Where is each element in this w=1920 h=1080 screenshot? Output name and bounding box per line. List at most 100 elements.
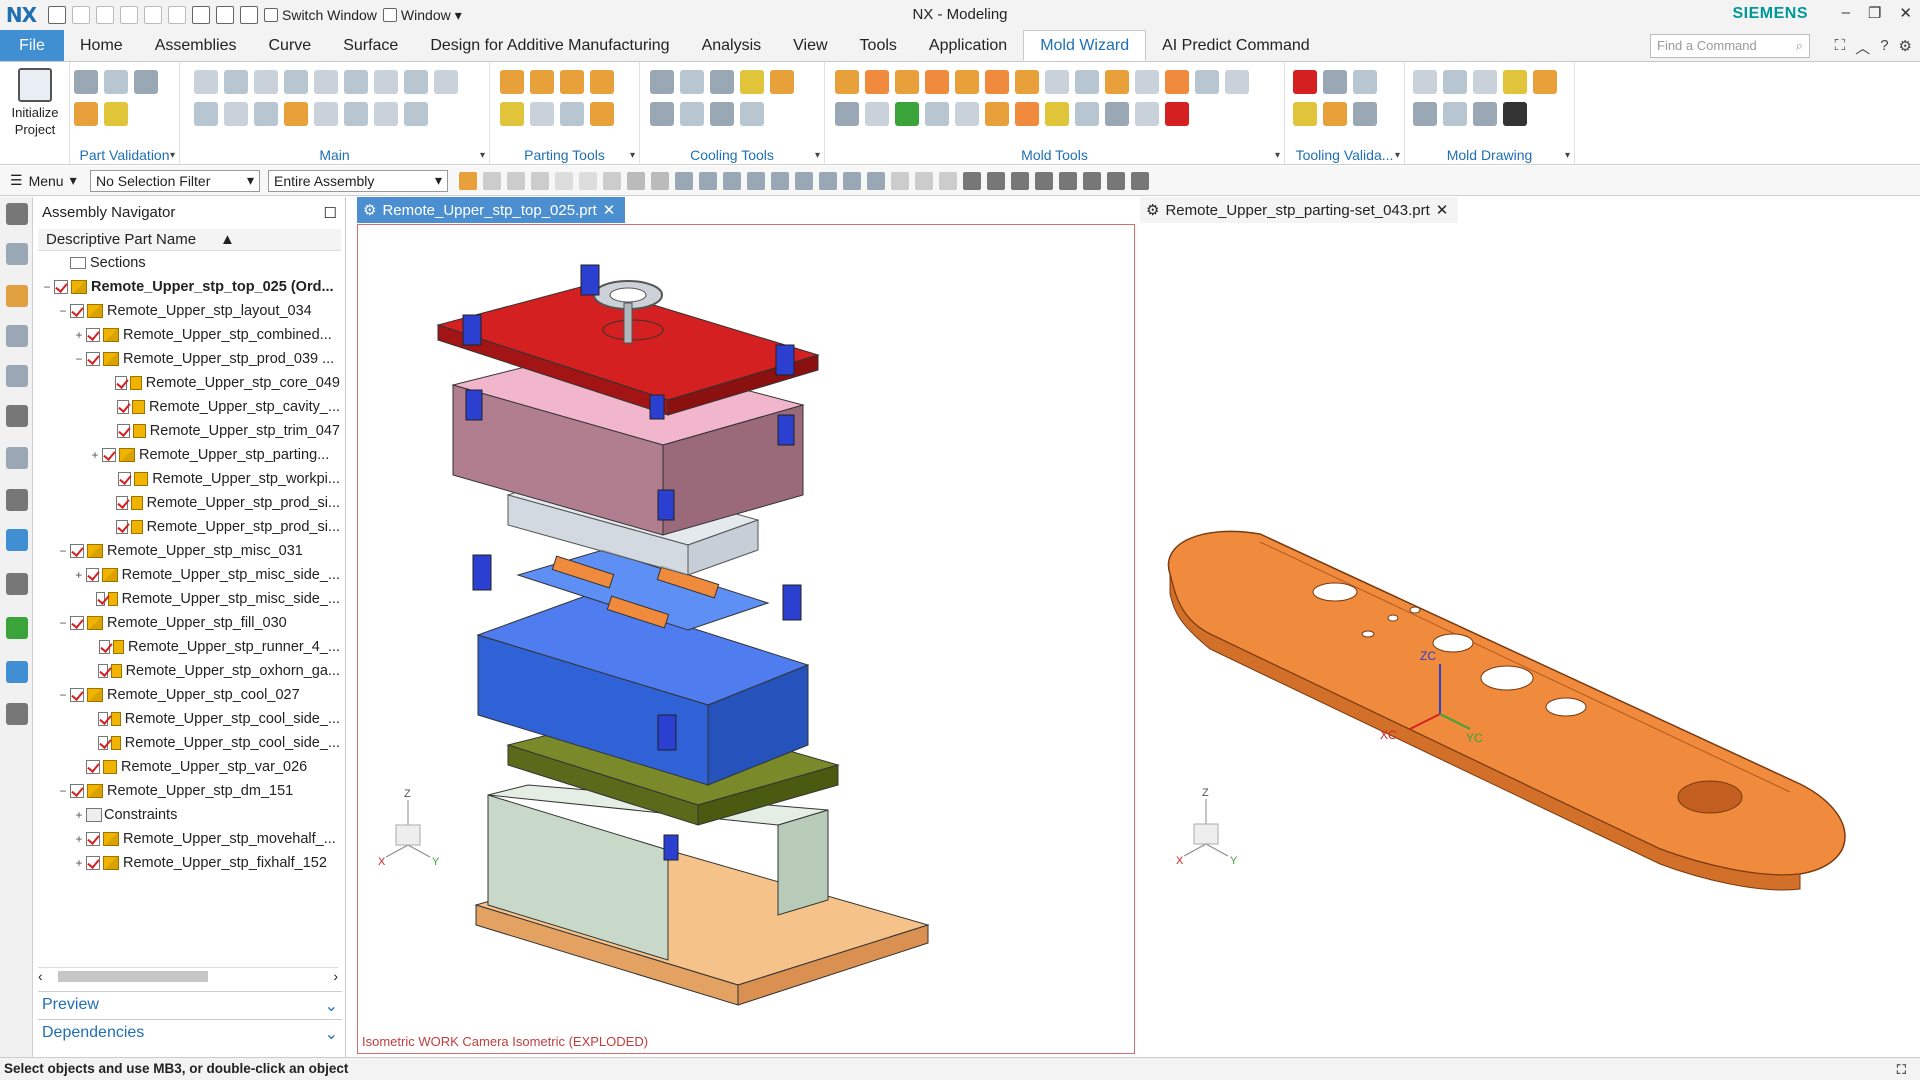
system-materials-icon[interactable]: [6, 617, 28, 639]
divide-face-icon[interactable]: [865, 102, 889, 126]
maximize-panel-icon[interactable]: ☐: [324, 204, 337, 222]
settings-icon[interactable]: [6, 203, 28, 225]
tab-mold-wizard[interactable]: Mold Wizard: [1023, 30, 1147, 61]
visibility-checkbox[interactable]: [70, 616, 84, 630]
view-manager-icon[interactable]: [6, 405, 28, 427]
tree-row[interactable]: Remote_Upper_stp_workpi...: [34, 467, 340, 491]
parting-navigator-icon[interactable]: [530, 102, 554, 126]
draft-body-icon[interactable]: [985, 102, 1009, 126]
reuse-library-icon[interactable]: [6, 365, 28, 387]
expand-icon[interactable]: +: [72, 328, 86, 342]
tree-constraints-node[interactable]: + Constraints: [34, 803, 340, 827]
tree-folder-sections[interactable]: Sections: [34, 251, 340, 275]
cooling-table-icon[interactable]: [1413, 102, 1437, 126]
collapse-ribbon-icon[interactable]: ︿: [1855, 37, 1870, 58]
baffle-icon[interactable]: [650, 102, 674, 126]
restore-icon[interactable]: ❐: [1868, 4, 1881, 22]
selection-mode-icon[interactable]: [459, 171, 477, 190]
snap-pole-icon[interactable]: [939, 171, 957, 190]
paste-icon[interactable]: [168, 6, 186, 24]
enlarge-surface-icon[interactable]: [835, 102, 859, 126]
visibility-checkbox[interactable]: [70, 688, 84, 702]
visibility-checkbox[interactable]: [86, 328, 100, 342]
visibility-checkbox[interactable]: [54, 280, 68, 294]
select-components-icon[interactable]: [555, 171, 573, 190]
initialize-project-button[interactable]: Initialize Project: [6, 66, 64, 138]
ejector-pin-icon[interactable]: [314, 70, 338, 94]
fit-view-icon[interactable]: [987, 171, 1005, 190]
ejector-table-icon[interactable]: [1503, 70, 1527, 94]
full-screen-icon[interactable]: ⛶: [1835, 37, 1846, 58]
full-screen-toggle-icon[interactable]: ⛶: [1897, 1062, 1906, 1078]
snap-intersection-icon[interactable]: [771, 171, 789, 190]
history-icon[interactable]: [6, 573, 28, 595]
snap-existing-point-icon[interactable]: [843, 171, 861, 190]
tree-row[interactable]: − Remote_Upper_stp_misc_031: [34, 539, 340, 563]
settings-icon[interactable]: ⚙: [1899, 37, 1912, 58]
delete-files-icon[interactable]: [374, 102, 398, 126]
selection-scope-select[interactable]: Entire Assembly ▾: [268, 169, 448, 192]
tree-row[interactable]: Remote_Upper_stp_trim_047: [34, 419, 340, 443]
pocket-icon[interactable]: [434, 70, 458, 94]
tooling-validation-icon[interactable]: [1293, 70, 1317, 94]
collapse-icon[interactable]: −: [56, 688, 70, 702]
chevron-down-icon[interactable]: ▾: [1395, 150, 1400, 161]
minimize-icon[interactable]: –: [1842, 4, 1850, 22]
plug-icon[interactable]: [680, 102, 704, 126]
assembly-drawing-icon[interactable]: [1413, 70, 1437, 94]
show-hide-icon[interactable]: [1107, 171, 1125, 190]
window-menu[interactable]: Window ▾: [382, 7, 462, 24]
tab-file[interactable]: File: [0, 30, 64, 61]
extend-sheet-icon[interactable]: [1015, 70, 1039, 94]
bom-icon[interactable]: [314, 102, 338, 126]
visibility-checkbox[interactable]: [70, 544, 84, 558]
tree-row[interactable]: Remote_Upper_stp_core_049: [34, 371, 340, 395]
sheet-patch-icon[interactable]: [925, 70, 949, 94]
shrink-icon[interactable]: [1075, 102, 1099, 126]
tree-row[interactable]: − Remote_Upper_stp_prod_039 ...: [34, 347, 340, 371]
parting-line-icon[interactable]: [530, 70, 554, 94]
rotate-icon[interactable]: [1035, 171, 1053, 190]
snap-quadrant-icon[interactable]: [819, 171, 837, 190]
trim-region-icon[interactable]: [1045, 70, 1069, 94]
interference-check-icon[interactable]: [1353, 70, 1377, 94]
find-command-input[interactable]: Find a Command ⌕: [1650, 34, 1810, 58]
constraint-navigator-icon[interactable]: [6, 285, 28, 307]
collapse-icon[interactable]: −: [56, 616, 70, 630]
visibility-checkbox[interactable]: [96, 592, 106, 606]
visibility-checkbox[interactable]: [115, 496, 128, 510]
visibility-checkbox[interactable]: [117, 472, 132, 486]
hd3d-tools-icon[interactable]: [6, 447, 28, 469]
pan-icon[interactable]: [1059, 171, 1077, 190]
mold-check-icon[interactable]: [1165, 102, 1189, 126]
backup-parting-icon[interactable]: [590, 102, 614, 126]
tree-row[interactable]: Remote_Upper_stp_prod_si...: [34, 515, 340, 539]
snap-on-face-icon[interactable]: [891, 171, 909, 190]
layer-icon[interactable]: [1473, 102, 1497, 126]
collapse-icon[interactable]: −: [56, 304, 70, 318]
collapse-icon[interactable]: −: [40, 280, 54, 294]
modify-sheet-icon[interactable]: [985, 70, 1009, 94]
column-header[interactable]: Descriptive Part Name ▲: [38, 229, 341, 251]
save-icon[interactable]: [48, 6, 66, 24]
tree-row[interactable]: Remote_Upper_stp_misc_side_...: [34, 587, 340, 611]
graphics-window-parting-set[interactable]: ZC XC YC Z X Y: [1140, 224, 1920, 1054]
mold-tools-more-icon[interactable]: [1225, 70, 1249, 94]
tab-view[interactable]: View: [777, 30, 843, 61]
reference-blend-icon[interactable]: [1075, 70, 1099, 94]
tab-design-additive[interactable]: Design for Additive Manufacturing: [414, 30, 685, 61]
visibility-checkbox[interactable]: [97, 664, 109, 678]
replace-solid-icon[interactable]: [1165, 70, 1189, 94]
channel-layout-icon[interactable]: [770, 70, 794, 94]
visibility-checkbox[interactable]: [86, 832, 100, 846]
visibility-checkbox[interactable]: [116, 424, 130, 438]
visibility-checkbox[interactable]: [98, 640, 110, 654]
tab-ai-predict-command[interactable]: AI Predict Command: [1146, 30, 1326, 61]
tree-row[interactable]: Remote_Upper_stp_oxhorn_ga...: [34, 659, 340, 683]
edge-patch-icon[interactable]: [955, 70, 979, 94]
tab-tools[interactable]: Tools: [844, 30, 913, 61]
patch-surface-icon[interactable]: [590, 70, 614, 94]
check-regions-icon[interactable]: [134, 70, 158, 94]
part-navigator-icon[interactable]: [6, 325, 28, 347]
work-layer-icon[interactable]: [1131, 171, 1149, 190]
